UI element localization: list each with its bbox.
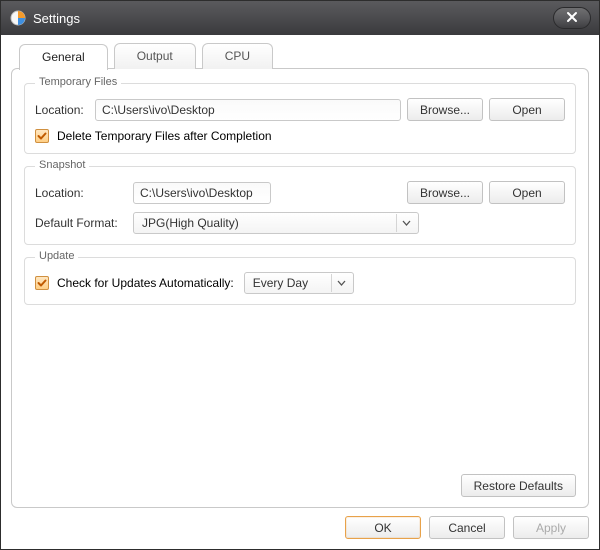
snapshot-location-input[interactable]: C:\Users\ivo\Desktop: [133, 182, 271, 204]
app-icon: [9, 9, 27, 27]
delete-temp-label: Delete Temporary Files after Completion: [57, 129, 272, 143]
temp-open-button[interactable]: Open: [489, 98, 565, 121]
cancel-button[interactable]: Cancel: [429, 516, 505, 539]
group-temporary-files: Temporary Files Location: C:\Users\ivo\D…: [24, 83, 576, 154]
chevron-down-icon: [396, 214, 416, 232]
snapshot-open-button[interactable]: Open: [489, 181, 565, 204]
apply-button[interactable]: Apply: [513, 516, 589, 539]
window-title: Settings: [33, 11, 553, 26]
tab-cpu[interactable]: CPU: [202, 43, 273, 69]
group-snapshot: Snapshot Location: C:\Users\ivo\Desktop …: [24, 166, 576, 245]
titlebar: Settings: [1, 1, 599, 35]
body: General Output CPU Temporary Files Locat…: [1, 35, 599, 549]
restore-defaults-button[interactable]: Restore Defaults: [461, 474, 576, 497]
group-legend: Temporary Files: [35, 76, 121, 88]
check-icon: [37, 131, 47, 141]
check-updates-label: Check for Updates Automatically:: [57, 276, 234, 290]
chevron-down-icon: [331, 274, 351, 292]
ok-button[interactable]: OK: [345, 516, 421, 539]
update-frequency-value: Every Day: [253, 276, 331, 290]
snapshot-format-combo[interactable]: JPG(High Quality): [133, 212, 419, 234]
temp-location-label: Location:: [35, 103, 89, 117]
snapshot-location-label: Location:: [35, 186, 127, 200]
close-button[interactable]: [553, 7, 591, 29]
tab-output[interactable]: Output: [114, 43, 196, 69]
group-update: Update Check for Updates Automatically: …: [24, 257, 576, 305]
group-legend: Snapshot: [35, 159, 89, 171]
temp-browse-button[interactable]: Browse...: [407, 98, 483, 121]
check-updates-checkbox[interactable]: [35, 276, 49, 290]
update-frequency-combo[interactable]: Every Day: [244, 272, 354, 294]
tabstrip: General Output CPU: [11, 43, 589, 69]
check-icon: [37, 278, 47, 288]
settings-window: Settings General Output CPU Temporary Fi…: [0, 0, 600, 550]
tabpage-general: Temporary Files Location: C:\Users\ivo\D…: [11, 68, 589, 508]
dialog-footer: OK Cancel Apply: [11, 508, 589, 539]
delete-temp-checkbox[interactable]: [35, 129, 49, 143]
tab-general[interactable]: General: [19, 44, 108, 70]
snapshot-format-label: Default Format:: [35, 216, 127, 230]
snapshot-format-value: JPG(High Quality): [142, 216, 396, 230]
group-legend: Update: [35, 250, 78, 262]
close-icon: [566, 11, 578, 26]
snapshot-browse-button[interactable]: Browse...: [407, 181, 483, 204]
temp-location-input[interactable]: C:\Users\ivo\Desktop: [95, 99, 401, 121]
